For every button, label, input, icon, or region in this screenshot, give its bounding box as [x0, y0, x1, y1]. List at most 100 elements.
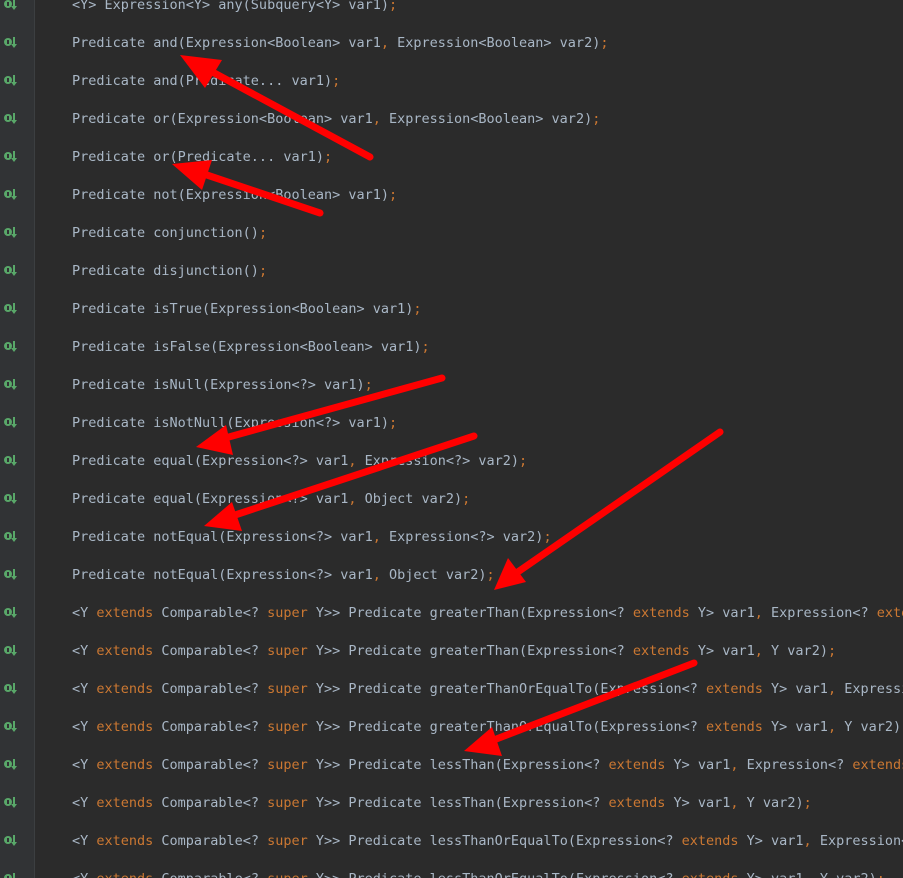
- code-line-text: <Y> Expression<Y> any(Subquery<Y> var1);: [72, 0, 397, 24]
- code-line[interactable]: Predicate not(Expression<Boolean> var1);: [35, 176, 903, 214]
- implementing-method-icon[interactable]: [3, 0, 19, 12]
- code-line-text: Predicate equal(Expression<?> var1, Obje…: [72, 480, 470, 518]
- code-line-text: Predicate notEqual(Expression<?> var1, E…: [72, 518, 552, 556]
- implementing-method-icon[interactable]: [3, 606, 19, 620]
- implementing-method-icon[interactable]: [3, 682, 19, 696]
- code-line[interactable]: Predicate and(Predicate... var1);: [35, 62, 903, 100]
- code-token: Predicate disjunction(): [72, 263, 259, 279]
- implementing-method-icon[interactable]: [3, 720, 19, 734]
- code-keyword: ,: [754, 643, 763, 659]
- code-token: Y> var1: [665, 795, 731, 811]
- code-line[interactable]: <Y extends Comparable<? super Y>> Predic…: [35, 860, 903, 878]
- implementing-method-icon[interactable]: [3, 492, 19, 506]
- implementing-method-icon[interactable]: [3, 264, 19, 278]
- code-token: Predicate isTrue(Expression<Boolean> var…: [72, 301, 414, 317]
- code-keyword: super: [267, 757, 308, 773]
- code-line[interactable]: Predicate isNull(Expression<?> var1);: [35, 366, 903, 404]
- code-line[interactable]: Predicate isFalse(Expression<Boolean> va…: [35, 328, 903, 366]
- code-line[interactable]: Predicate or(Expression<Boolean> var1, E…: [35, 100, 903, 138]
- code-keyword: ;: [543, 529, 552, 545]
- code-keyword: super: [267, 719, 308, 735]
- implementing-method-icon[interactable]: [3, 150, 19, 164]
- code-keyword: ;: [877, 871, 885, 878]
- code-keyword: ;: [486, 567, 495, 583]
- code-line-text: Predicate disjunction();: [72, 252, 267, 290]
- code-token: Y>> Predicate greaterThan(Expression<?: [307, 605, 633, 621]
- code-token: Predicate isFalse(Expression<Boolean> va…: [72, 339, 422, 355]
- code-line[interactable]: Predicate disjunction();: [35, 252, 903, 290]
- implementing-method-icon[interactable]: [3, 454, 19, 468]
- code-keyword: extends: [706, 681, 763, 697]
- implementing-method-icon[interactable]: [3, 378, 19, 392]
- code-area[interactable]: <Y> Expression<Y> any(Subquery<Y> var1);…: [35, 0, 903, 878]
- code-keyword: extends: [632, 605, 690, 621]
- code-line[interactable]: Predicate notEqual(Expression<?> var1, O…: [35, 556, 903, 594]
- code-line-text: Predicate notEqual(Expression<?> var1, O…: [72, 556, 495, 594]
- code-token: Y> var1: [689, 643, 755, 659]
- code-token: Predicate conjunction(): [72, 225, 259, 241]
- code-line[interactable]: <Y extends Comparable<? super Y>> Predic…: [35, 746, 903, 784]
- code-line[interactable]: Predicate or(Predicate... var1);: [35, 138, 903, 176]
- code-line[interactable]: Predicate isNotNull(Expression<?> var1);: [35, 404, 903, 442]
- code-keyword: ;: [388, 0, 398, 13]
- implementing-method-icon[interactable]: [3, 112, 19, 126]
- code-token: Y>> Predicate lessThan(Expression<?: [307, 795, 609, 811]
- implementing-method-icon[interactable]: [3, 302, 19, 316]
- code-keyword: ;: [258, 263, 268, 279]
- code-keyword: ,: [372, 567, 381, 583]
- code-keyword: ;: [364, 377, 373, 393]
- code-token: Object var2): [380, 567, 487, 583]
- code-token: Y> var1: [762, 719, 828, 735]
- code-line-text: Predicate or(Predicate... var1);: [72, 138, 332, 176]
- implementing-method-icon[interactable]: [3, 872, 19, 878]
- implementing-method-icon[interactable]: [3, 834, 19, 848]
- implementing-method-icon[interactable]: [3, 758, 19, 772]
- code-token: <Y: [72, 681, 97, 697]
- code-keyword: super: [267, 643, 308, 659]
- implementing-method-icon[interactable]: [3, 340, 19, 354]
- code-line[interactable]: <Y extends Comparable<? super Y>> Predic…: [35, 670, 903, 708]
- code-line[interactable]: Predicate notEqual(Expression<?> var1, E…: [35, 518, 903, 556]
- code-line[interactable]: <Y extends Comparable<? super Y>> Predic…: [35, 708, 903, 746]
- implementing-method-icon[interactable]: [3, 644, 19, 658]
- code-keyword: exten: [876, 605, 903, 621]
- implementing-method-icon[interactable]: [3, 188, 19, 202]
- code-keyword: ;: [388, 187, 398, 203]
- code-keyword: extends: [96, 719, 154, 735]
- code-keyword: ,: [372, 529, 381, 545]
- code-line[interactable]: Predicate and(Expression<Boolean> var1, …: [35, 24, 903, 62]
- code-token: Expression<?: [762, 605, 877, 621]
- code-line[interactable]: <Y> Expression<Y> any(Subquery<Y> var1);: [35, 0, 903, 24]
- code-line[interactable]: Predicate equal(Expression<?> var1, Obje…: [35, 480, 903, 518]
- implementing-method-icon[interactable]: [3, 74, 19, 88]
- code-line[interactable]: <Y extends Comparable<? super Y>> Predic…: [35, 822, 903, 860]
- code-line[interactable]: <Y extends Comparable<? super Y>> Predic…: [35, 594, 903, 632]
- code-line[interactable]: <Y extends Comparable<? super Y>> Predic…: [35, 784, 903, 822]
- code-token: Comparable<?: [153, 719, 268, 735]
- code-keyword: extends: [96, 795, 154, 811]
- implementing-method-icon[interactable]: [3, 796, 19, 810]
- implementing-method-icon[interactable]: [3, 568, 19, 582]
- implementing-method-icon[interactable]: [3, 416, 19, 430]
- code-keyword: ,: [372, 111, 381, 127]
- code-keyword: extends: [96, 833, 154, 849]
- code-line-text: <Y extends Comparable<? super Y>> Predic…: [72, 708, 903, 746]
- code-keyword: super: [267, 681, 308, 697]
- code-line[interactable]: Predicate isTrue(Expression<Boolean> var…: [35, 290, 903, 328]
- code-token: Expression<?> var2): [380, 529, 544, 545]
- code-line[interactable]: Predicate conjunction();: [35, 214, 903, 252]
- code-line-text: Predicate and(Expression<Boolean> var1, …: [72, 24, 608, 62]
- implementing-method-icon[interactable]: [3, 226, 19, 240]
- code-keyword: extends: [96, 871, 153, 878]
- code-token: Y>> Predicate lessThanOrEqualTo(Expressi…: [308, 871, 682, 878]
- code-line[interactable]: <Y extends Comparable<? super Y>> Predic…: [35, 632, 903, 670]
- code-token: Y>> Predicate greaterThanOrEqualTo(Expre…: [307, 681, 706, 697]
- code-line-text: Predicate or(Expression<Boolean> var1, E…: [72, 100, 600, 138]
- code-token: Expression<?> var2): [356, 453, 520, 469]
- code-line-text: <Y extends Comparable<? super Y>> Predic…: [72, 746, 903, 784]
- code-line[interactable]: Predicate equal(Expression<?> var1, Expr…: [35, 442, 903, 480]
- code-keyword: ;: [323, 149, 333, 165]
- implementing-method-icon[interactable]: [3, 530, 19, 544]
- implementing-method-icon[interactable]: [3, 36, 19, 50]
- code-keyword: ,: [827, 681, 837, 697]
